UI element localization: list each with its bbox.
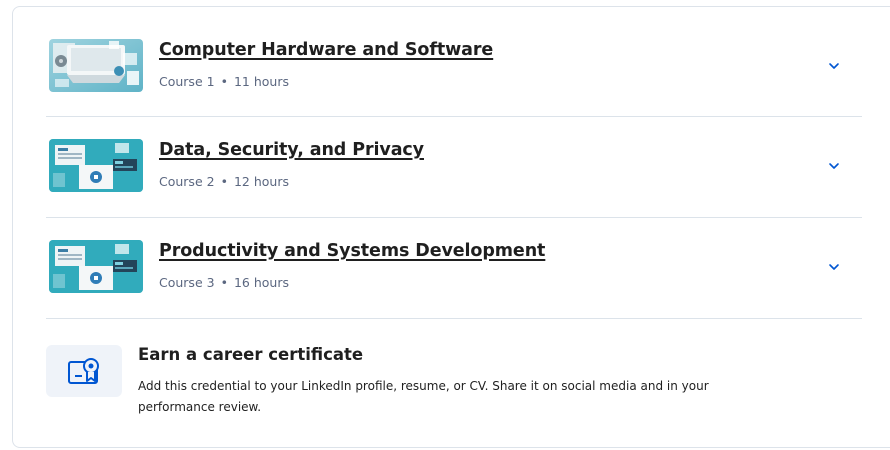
course-meta: Course 2 • 12 hours [159,174,289,189]
course-item[interactable]: Productivity and Systems Development Cou… [46,219,862,319]
course-number: Course 3 [159,275,215,290]
security-thumbnail-icon [49,240,143,293]
course-number: Course 1 [159,74,215,89]
course-duration: 16 hours [233,275,289,290]
certificate-description: Add this credential to your LinkedIn pro… [138,379,709,414]
chevron-down-icon[interactable] [824,257,844,277]
meta-separator: • [220,174,228,189]
meta-separator: • [220,74,228,89]
course-title-link[interactable]: Data, Security, and Privacy [159,140,424,160]
hardware-thumbnail-icon [49,39,143,92]
chevron-down-icon[interactable] [824,156,844,176]
course-meta: Course 3 • 16 hours [159,275,289,290]
course-title-link[interactable]: Computer Hardware and Software [159,40,493,60]
meta-separator: • [220,275,228,290]
divider [46,318,862,319]
chevron-down-icon[interactable] [824,56,844,76]
certificate-title: Earn a career certificate [138,345,364,364]
course-duration: 11 hours [233,74,289,89]
security-thumbnail-icon [49,139,143,192]
course-meta: Course 1 • 11 hours [159,74,289,89]
divider [46,116,862,117]
course-number: Course 2 [159,174,215,189]
course-title-link[interactable]: Productivity and Systems Development [159,241,545,261]
certificate-icon [46,345,122,397]
course-duration: 12 hours [233,174,289,189]
course-item[interactable]: Data, Security, and Privacy Course 2 • 12 … [46,118,862,218]
course-item[interactable]: Computer Hardware and Software Course 1 •… [46,18,862,118]
divider [46,217,862,218]
